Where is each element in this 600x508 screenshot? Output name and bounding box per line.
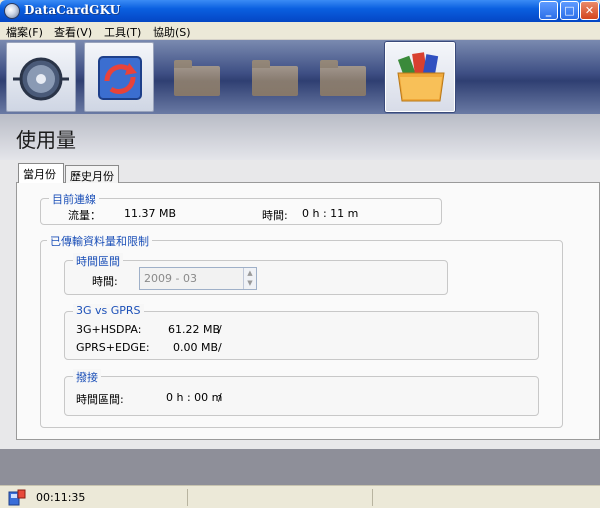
- maximize-button[interactable]: □: [560, 1, 579, 20]
- sms-button[interactable]: [240, 42, 310, 112]
- dialup-limit-separator: /: [218, 391, 222, 404]
- chevron-down-icon: ▼: [247, 279, 253, 287]
- dialup-group: 撥接: [64, 369, 539, 416]
- chevron-up-icon: ▲: [247, 269, 253, 277]
- edge-limit-separator: /: [218, 341, 222, 354]
- menu-view[interactable]: 查看(V): [54, 24, 92, 40]
- usage-folder-icon: [397, 52, 445, 102]
- period-spinner[interactable]: 2009 - 03 ▲ ▼: [139, 267, 257, 290]
- menu-help[interactable]: 協助(S): [153, 24, 191, 40]
- menu-tools[interactable]: 工具(T): [104, 24, 141, 40]
- period-time-label: 時間:: [92, 275, 118, 288]
- minimize-icon: _: [545, 4, 552, 17]
- dialup-time-value: 0 h : 00 m: [166, 391, 223, 404]
- menu-bar: 檔案(F) 查看(V) 工具(T) 協助(S): [0, 22, 600, 40]
- bottom-band: [0, 449, 600, 485]
- status-separator: [372, 489, 373, 506]
- sms-folder-icon: [252, 60, 298, 96]
- dialup-legend: 撥接: [73, 369, 101, 385]
- minimize-button[interactable]: _: [539, 1, 558, 20]
- hsdpa-value: 61.22 MB: [168, 323, 221, 336]
- elapsed-time: 00:11:35: [36, 491, 86, 504]
- disconnect-icon: [13, 57, 69, 101]
- mail-folder-icon: [320, 60, 366, 96]
- page-title: 使用量: [16, 128, 76, 152]
- period-legend: 時間區間: [73, 253, 123, 269]
- period-value: 2009 - 03: [144, 272, 197, 285]
- edge-label: GPRS+EDGE:: [76, 341, 150, 354]
- hsdpa-label: 3G+HSDPA:: [76, 323, 142, 336]
- status-separator: [187, 489, 188, 506]
- hsdpa-limit-separator: /: [218, 323, 222, 336]
- disconnect-button[interactable]: [6, 42, 76, 112]
- status-bar: 00:11:35: [0, 485, 600, 508]
- app-icon: [4, 3, 20, 19]
- sync-icon: [98, 56, 142, 100]
- mail-button[interactable]: [308, 42, 378, 112]
- connection-status-icon: [8, 489, 26, 506]
- spinner-up-button[interactable]: ▲: [244, 268, 256, 278]
- contacts-folder-icon: [174, 60, 220, 96]
- usage-button[interactable]: [385, 42, 455, 112]
- page-header: [0, 114, 600, 160]
- transfer-limit-legend: 已傳輸資料量和限制: [47, 233, 152, 249]
- maximize-icon: □: [564, 4, 575, 17]
- sync-button[interactable]: [84, 42, 154, 112]
- close-button[interactable]: ✕: [580, 1, 599, 20]
- title-bar: DataCardGKU _ □ ✕: [0, 0, 600, 22]
- tab-history-months[interactable]: 歷史月份: [65, 165, 119, 183]
- menu-file[interactable]: 檔案(F): [6, 24, 43, 40]
- tab-current-month[interactable]: 當月份: [18, 163, 64, 183]
- connection-time-value: 0 h : 11 m: [302, 207, 359, 220]
- window-title: DataCardGKU: [24, 3, 121, 17]
- current-connection-legend: 目前連線: [49, 191, 99, 207]
- contacts-button[interactable]: [162, 42, 232, 112]
- edge-value: 0.00 MB: [173, 341, 219, 354]
- network-type-legend: 3G vs GPRS: [73, 304, 144, 317]
- traffic-label: 流量：: [68, 209, 101, 222]
- toolbar: [0, 40, 600, 114]
- close-icon: ✕: [584, 4, 595, 17]
- spinner-buttons: ▲ ▼: [243, 268, 256, 289]
- dialup-time-label: 時間區間:: [76, 393, 124, 406]
- spinner-down-button[interactable]: ▼: [244, 278, 256, 288]
- connection-time-label: 時間:: [262, 209, 288, 222]
- traffic-value: 11.37 MB: [124, 207, 177, 220]
